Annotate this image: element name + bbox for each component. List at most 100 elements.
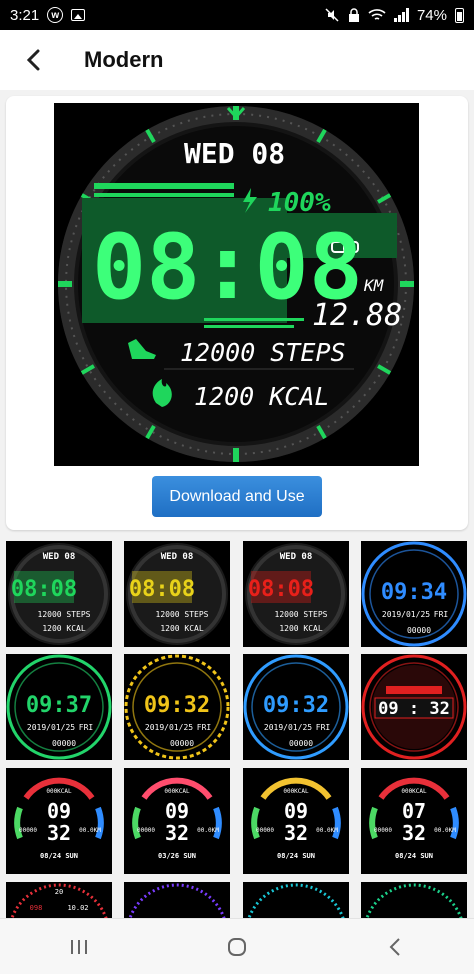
watchface-thumbnail-partial-1[interactable]: 20 098 10.02 (6, 882, 112, 918)
watchface-preview: WED 08 100% 08:08 KM 12.88 12000 STEPS 1… (54, 103, 419, 466)
thumb-steps: 12000 STEPS (156, 610, 209, 619)
thumb-distance: 00.0KM (316, 827, 338, 834)
watchface-thumbnail-colorful-2[interactable]: 000KCAL 09 32 00000 00.0KM 03/26 SUN (124, 768, 230, 874)
thumb-steps: 00000 (170, 739, 194, 748)
thumb-steps: 00000 (137, 827, 155, 834)
thumb-hour: 09 (284, 799, 308, 823)
app-bar: Modern (0, 30, 474, 90)
thumb-time: 09:34 (381, 580, 447, 605)
watchface-thumbnail-modern-yellow[interactable]: WED 08 08:08 12000 STEPS 1200 KCAL (124, 541, 230, 647)
status-bar: 3:21 w 74% (0, 0, 474, 30)
status-time: 3:21 (10, 6, 40, 24)
thumb-date: 08/24 SUN (395, 852, 433, 860)
preview-date: WED 08 (184, 137, 285, 170)
watchface-thumbnail-red-gear[interactable]: 09 : 32 (361, 654, 467, 760)
preview-calories: 1200 KCAL (194, 382, 329, 411)
thumb-time: 09:32 (263, 693, 329, 718)
back-nav-button[interactable] (365, 927, 425, 967)
thumb-time: 09:37 (26, 693, 92, 718)
home-icon (228, 937, 246, 956)
thumb-steps: 00000 (407, 626, 431, 635)
thumb-date: 08/24 SUN (277, 852, 315, 860)
thumb-minute: 32 (165, 821, 189, 845)
app-notification-icon: w (47, 7, 64, 23)
thumb-time: 08:08 (11, 577, 77, 602)
watchface-thumbnail-partial-2[interactable] (124, 882, 230, 918)
thumb-kcal: 000KCAL (164, 788, 190, 795)
thumb-calories: 1200 KCAL (42, 624, 86, 633)
thumb-date: 2019/01/25 (264, 723, 312, 732)
thumb-date: WED 08 (280, 552, 313, 562)
watchface-thumbnail-colorful-1[interactable]: 000KCAL 09 32 00000 00.0KM 08/24 SUN (6, 768, 112, 874)
back-button[interactable] (18, 45, 48, 75)
watchface-thumbnail-colorful-3[interactable]: 000KCAL 09 32 00000 00.0KM 08/24 SUN (243, 768, 349, 874)
thumb-distance: 00.0KM (434, 827, 456, 834)
watchface-thumbnail-partial-3[interactable] (243, 882, 349, 918)
thumb-date: 08/24 SUN (40, 852, 78, 860)
watchface-thumbnail-blue-ring[interactable]: 09:34 2019/01/25 FRI 00000 (361, 541, 467, 647)
watchface-thumbnail-gold-chain[interactable]: 09:32 2019/01/25 FRI 00000 (124, 654, 230, 760)
back-nav-icon (389, 937, 400, 956)
watchface-thumbnail-blue-arcs[interactable]: 09:32 2019/01/25 FRI 00000 (243, 654, 349, 760)
thumb-day: FRI (79, 723, 94, 732)
thumb-time: 09:32 (144, 693, 210, 718)
thumb-date: 2019/01/25 (382, 610, 430, 619)
thumb-minute: 32 (47, 821, 71, 845)
thumb-kcal: 000KCAL (401, 788, 427, 795)
watchface-thumbnail-modern-red[interactable]: WED 08 08:08 12000 STEPS 1200 KCAL (243, 541, 349, 647)
mute-icon (325, 8, 339, 22)
thumb-left: 098 (30, 904, 43, 912)
thumb-day: FRI (197, 723, 212, 732)
thumb-steps: 12000 STEPS (38, 610, 91, 619)
thumb-steps: 00000 (19, 827, 37, 834)
thumb-day: FRI (316, 723, 331, 732)
page-title: Modern (84, 47, 164, 72)
thumb-calories: 1200 KCAL (160, 624, 204, 633)
thumb-time: 08:08 (129, 577, 195, 602)
thumb-steps: 12000 STEPS (275, 610, 328, 619)
preview-distance: 12.88 (312, 298, 402, 333)
preview-steps: 12000 STEPS (180, 338, 346, 367)
thumb-date: 2019/01/25 (145, 723, 193, 732)
watchface-thumbnail-green-hex[interactable]: 09:37 2019/01/25 FRI 00000 (6, 654, 112, 760)
thumb-minute: 32 (284, 821, 308, 845)
signal-icon (393, 8, 409, 22)
thumb-hour: 07 (402, 799, 426, 823)
thumb-date: WED 08 (161, 552, 194, 562)
thumb-time: 08:08 (248, 577, 314, 602)
lock-icon (348, 8, 359, 22)
thumb-time: 09 : 32 (378, 699, 450, 719)
preview-distance-unit: KM (363, 276, 385, 295)
watchface-svg: WED 08 100% 08:08 KM 12.88 12000 STEPS 1… (58, 106, 414, 462)
home-button[interactable] (207, 927, 267, 967)
thumb-hour: 09 (47, 799, 71, 823)
wifi-icon (368, 9, 386, 20)
battery-icon (455, 7, 464, 23)
thumb-steps: 00000 (52, 739, 76, 748)
thumb-kcal: 000KCAL (283, 788, 309, 795)
thumb-date: WED 08 (43, 552, 76, 562)
preview-battery: 100% (268, 188, 331, 218)
thumb-hour: 09 (165, 799, 189, 823)
thumb-date: 2019/01/25 (27, 723, 75, 732)
watchface-thumbnail-modern-green[interactable]: WED 08 08:08 12000 STEPS 1200 KCAL (6, 541, 112, 647)
thumb-steps: 00000 (256, 827, 274, 834)
recent-apps-icon (71, 939, 87, 954)
thumb-kcal: 000KCAL (46, 788, 72, 795)
battery-percent: 74% (416, 6, 447, 24)
thumb-steps: 00000 (374, 827, 392, 834)
recent-apps-button[interactable] (49, 927, 109, 967)
thumb-distance: 00.0KM (197, 827, 219, 834)
thumb-steps: 00000 (289, 739, 313, 748)
navigation-bar (0, 918, 474, 974)
thumb-day: FRI (434, 610, 449, 619)
watchface-thumbnail-partial-4[interactable] (361, 882, 467, 918)
thumb-right: 10.02 (67, 904, 88, 912)
image-notification-icon (71, 9, 86, 21)
thumb-date: 03/26 SUN (158, 852, 196, 860)
thumb-minute: 32 (402, 821, 426, 845)
thumb-top: 20 (55, 888, 63, 896)
watchface-thumbnail-colorful-4[interactable]: 000KCAL 07 32 00000 00.0KM 08/24 SUN (361, 768, 467, 874)
thumb-calories: 1200 KCAL (279, 624, 323, 633)
download-and-use-button[interactable]: Download and Use (152, 476, 322, 517)
